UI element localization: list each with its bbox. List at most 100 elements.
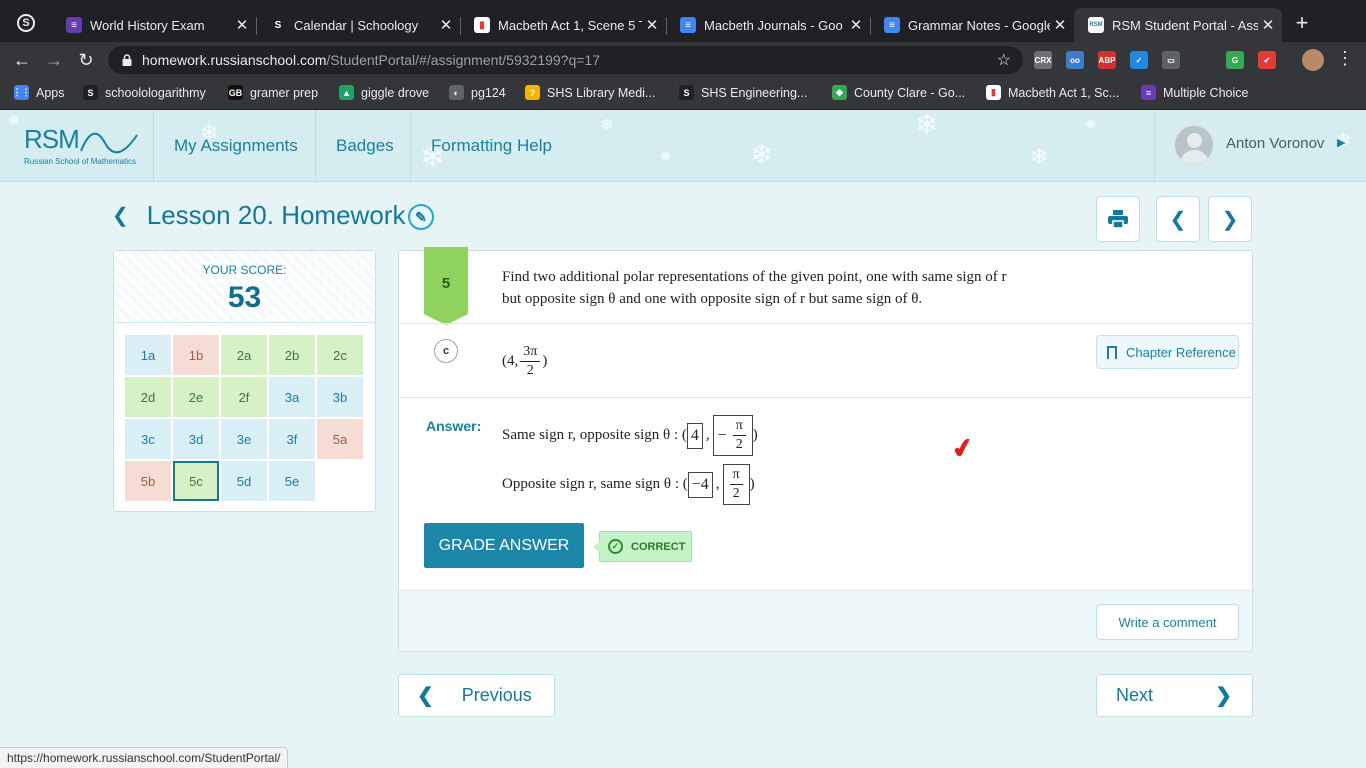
score-panel: YOUR SCORE: 53 1a 1b 2a 2b 2c 2d 2e 2f 3a 3b 3c 3d 3… xyxy=(113,250,376,512)
bookmark-star-icon[interactable]: ☆ xyxy=(997,50,1011,70)
forward-arrow-icon[interactable]: → xyxy=(42,48,66,72)
grade-answer-button[interactable]: GRADE ANSWER xyxy=(424,523,584,568)
question-cell[interactable]: 5d xyxy=(221,461,267,501)
question-text: Find two additional polar representation… xyxy=(502,266,1062,310)
close-icon[interactable]: ✕ xyxy=(1258,16,1278,34)
nav-formatting-help[interactable]: Formatting Help xyxy=(410,110,572,181)
close-icon[interactable]: ✕ xyxy=(642,16,662,34)
question-number: 5 xyxy=(424,247,468,325)
question-cell[interactable]: 5c xyxy=(173,461,219,501)
browser-tab[interactable]: S Calendar | Schoology ✕ xyxy=(256,8,460,42)
bookmark-icon: ◆ xyxy=(832,85,847,100)
tab-title: Grammar Notes - Google xyxy=(908,17,1050,33)
answer-line-1: Same sign r, opposite sign θ : ( 4 , − π… xyxy=(502,415,758,456)
close-icon[interactable]: ✕ xyxy=(846,16,866,34)
extension-icon[interactable]: oo xyxy=(1066,51,1084,69)
chapter-reference-button[interactable]: Chapter Reference xyxy=(1096,335,1239,369)
question-cell[interactable]: 5a xyxy=(317,419,363,459)
next-question-button[interactable]: ❯ xyxy=(1208,196,1252,242)
next-button[interactable]: Next ❯ xyxy=(1096,674,1253,717)
snowflake-icon: ❅ xyxy=(660,148,672,164)
extension-icon[interactable]: ✓ xyxy=(1130,51,1148,69)
answer-input[interactable]: −4 xyxy=(687,471,713,498)
browser-tab[interactable]: ≡ World History Exam ✕ xyxy=(52,8,256,42)
print-icon xyxy=(1108,210,1128,228)
question-cell[interactable]: 2e xyxy=(173,377,219,417)
back-arrow-icon[interactable]: ← xyxy=(10,48,34,72)
write-comment-button[interactable]: Write a comment xyxy=(1096,604,1239,640)
bookmark-item[interactable]: ▮ Macbeth Act 1, Sc... xyxy=(986,85,1119,100)
tab-title: RSM Student Portal - Ass xyxy=(1112,17,1258,33)
bookmark-icon: ⋮⋮ xyxy=(13,85,31,100)
close-icon[interactable]: ✕ xyxy=(436,16,456,34)
question-cell[interactable]: 3d xyxy=(173,419,219,459)
extension-icon[interactable]: ABP xyxy=(1098,51,1116,69)
extension-icon[interactable]: ▭ xyxy=(1162,51,1180,69)
question-cell[interactable]: 5e xyxy=(269,461,315,501)
question-cell[interactable]: 1b xyxy=(173,335,219,375)
close-icon[interactable]: ✕ xyxy=(232,16,252,34)
answer-input[interactable]: − π 2 xyxy=(712,415,753,456)
question-cell[interactable]: 2d xyxy=(125,377,171,417)
schoology-icon: S xyxy=(270,17,286,33)
question-cell[interactable]: 3f xyxy=(269,419,315,459)
bookmark-item[interactable]: S SHS Engineering... xyxy=(679,85,807,100)
browser-tab[interactable]: RSM RSM Student Portal - Ass ✕ xyxy=(1074,8,1282,42)
score-value: 53 xyxy=(227,281,262,314)
bookmark-item[interactable]: ▲ giggle drove xyxy=(339,85,429,100)
bookmark-label: Apps xyxy=(36,85,65,100)
user-menu[interactable]: Anton Voronov ▶ xyxy=(1154,110,1366,181)
bookmark-icon: ▮ xyxy=(986,85,1001,100)
answer-input[interactable]: 4 xyxy=(686,422,703,449)
nav-badges[interactable]: Badges xyxy=(315,110,414,181)
question-cell[interactable]: 2c xyxy=(317,335,363,375)
minus-sign: − xyxy=(717,426,727,444)
browser-tab[interactable]: ≡ Macbeth Journals - Goo ✕ xyxy=(666,8,870,42)
chevron-left-icon: ❮ xyxy=(1169,208,1187,231)
bookmark-item[interactable]: GB gramer prep xyxy=(228,85,318,100)
snowflake-icon: ❄ xyxy=(750,139,774,170)
score-label: YOUR SCORE: xyxy=(202,263,287,277)
address-bar[interactable]: homework.russianschool.com/StudentPortal… xyxy=(108,46,1023,74)
nav-my-assignments[interactable]: My Assignments xyxy=(153,110,318,181)
bookmark-icon: ? xyxy=(525,85,540,100)
extension-icon[interactable]: ✔ xyxy=(1258,51,1276,69)
back-chevron-icon[interactable]: ❮ xyxy=(112,203,129,228)
browser-tab[interactable]: ≡ Grammar Notes - Google ✕ xyxy=(870,8,1074,42)
question-cell[interactable]: 1a xyxy=(125,335,171,375)
question-cell[interactable]: 3c xyxy=(125,419,171,459)
reload-icon[interactable]: ↻ xyxy=(74,48,98,72)
browser-tab[interactable]: ▮ Macbeth Act 1, Scene 5 T ✕ xyxy=(460,8,666,42)
bookmark-item[interactable]: ? SHS Library Medi... xyxy=(525,85,655,100)
logo-text: RSM xyxy=(24,124,80,154)
point-close: ) xyxy=(542,353,548,369)
menu-icon[interactable]: ⋮ xyxy=(1336,48,1354,69)
question-cell[interactable]: 3b xyxy=(317,377,363,417)
question-cell[interactable]: 2b xyxy=(269,335,315,375)
question-cell[interactable]: 2a xyxy=(221,335,267,375)
bookmark-item[interactable]: ⋮⋮ Apps xyxy=(13,85,65,100)
question-cell[interactable]: 2f xyxy=(221,377,267,417)
prev-question-button[interactable]: ❮ xyxy=(1156,196,1200,242)
extension-icon[interactable]: CRX xyxy=(1034,51,1052,69)
question-cell[interactable]: 3e xyxy=(221,419,267,459)
previous-button[interactable]: ❮ Previous xyxy=(398,674,555,717)
comment-area: Write a comment xyxy=(399,590,1252,651)
bookmark-item[interactable]: ◆ County Clare - Go... xyxy=(832,85,965,100)
rsm-logo[interactable]: RSM Russian School of Mathematics xyxy=(24,124,139,166)
fraction-denominator: 2 xyxy=(735,437,743,452)
new-tab-button[interactable]: + xyxy=(1290,10,1314,36)
extension-icon[interactable]: G xyxy=(1226,51,1244,69)
question-cell[interactable]: 5b xyxy=(125,461,171,501)
schoology-icon[interactable]: S xyxy=(17,14,35,32)
profile-avatar[interactable] xyxy=(1302,49,1324,71)
status-bar: https://homework.russianschool.com/Stude… xyxy=(0,747,289,768)
answer-input[interactable]: π 2 xyxy=(722,464,750,505)
fraction-denominator: 2 xyxy=(526,363,534,378)
question-cell[interactable]: 3a xyxy=(269,377,315,417)
print-button[interactable] xyxy=(1096,196,1140,242)
bookmark-item[interactable]: Sschoolologarithmy xyxy=(83,85,206,100)
bookmark-item[interactable]: ≡ Multiple Choice xyxy=(1141,85,1248,100)
bookmark-item[interactable]: ◐ pg124 xyxy=(449,85,506,100)
close-icon[interactable]: ✕ xyxy=(1050,16,1070,34)
